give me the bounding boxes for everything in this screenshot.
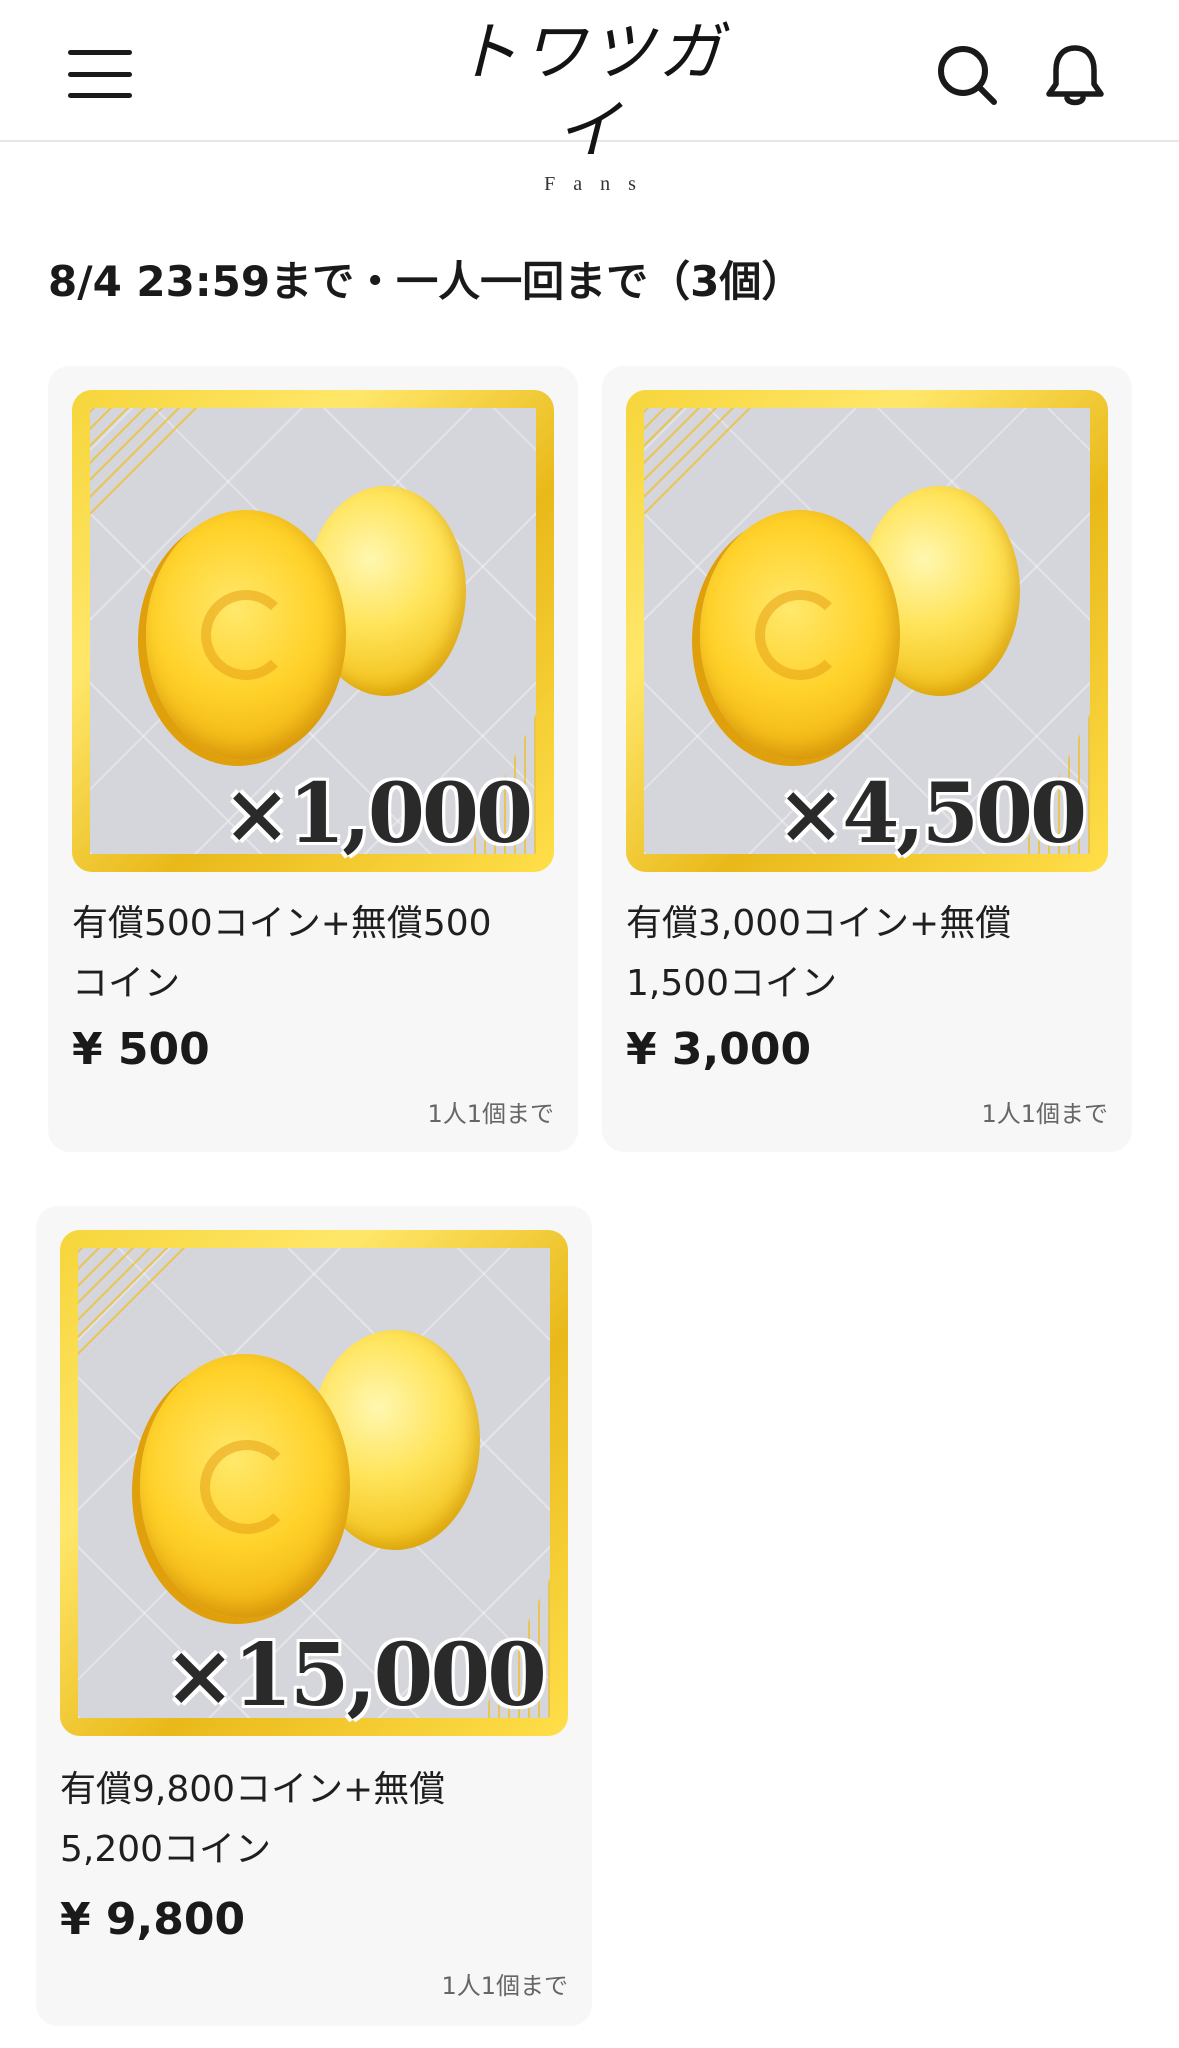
hamburger-menu-icon[interactable] <box>66 48 134 100</box>
product-card[interactable]: ×15,000 有償9,800コイン+無償 5,200コイン ¥ 9,800 1… <box>36 1206 592 2026</box>
bell-icon[interactable] <box>1040 40 1110 110</box>
product-description: 有償500コイン+無償500 コイン <box>72 903 492 1004</box>
purchase-limit: 1人1個まで <box>441 1972 568 2000</box>
coin-front-icon <box>140 1354 350 1618</box>
product-price: ¥ 3,000 <box>626 1024 812 1075</box>
product-price: ¥ 9,800 <box>60 1894 246 1945</box>
search-icon[interactable] <box>932 40 1002 110</box>
purchase-limit: 1人1個まで <box>981 1100 1108 1128</box>
product-image: ×1,000 <box>72 390 554 872</box>
purchase-limit: 1人1個まで <box>427 1100 554 1128</box>
logo-main-text: トワツガイ <box>454 16 726 168</box>
product-card[interactable]: ×1,000 有償500コイン+無償500 コイン ¥ 500 1人1個まで <box>48 366 578 1152</box>
product-price: ¥ 500 <box>72 1024 210 1075</box>
logo-sub-text: Fans <box>544 173 654 195</box>
product-card[interactable]: ×4,500 有償3,000コイン+無償 1,500コイン ¥ 3,000 1人… <box>602 366 1132 1152</box>
coin-quantity-label: ×4,500 <box>776 766 1087 862</box>
app-header: トワツガイ Fans <box>0 0 1179 195</box>
product-description: 有償9,800コイン+無償 5,200コイン <box>60 1769 446 1870</box>
product-description: 有償3,000コイン+無償 1,500コイン <box>626 903 1012 1004</box>
app-logo[interactable]: トワツガイ Fans <box>440 14 740 195</box>
coin-front-icon <box>700 510 900 760</box>
coin-front-icon <box>146 510 346 760</box>
coin-quantity-label: ×15,000 <box>163 1625 547 1726</box>
product-image: ×4,500 <box>626 390 1108 872</box>
section-title: 8/4 23:59まで・一人一回まで（3個） <box>48 257 804 306</box>
coin-quantity-label: ×1,000 <box>222 766 533 862</box>
product-image: ×15,000 <box>60 1230 568 1736</box>
